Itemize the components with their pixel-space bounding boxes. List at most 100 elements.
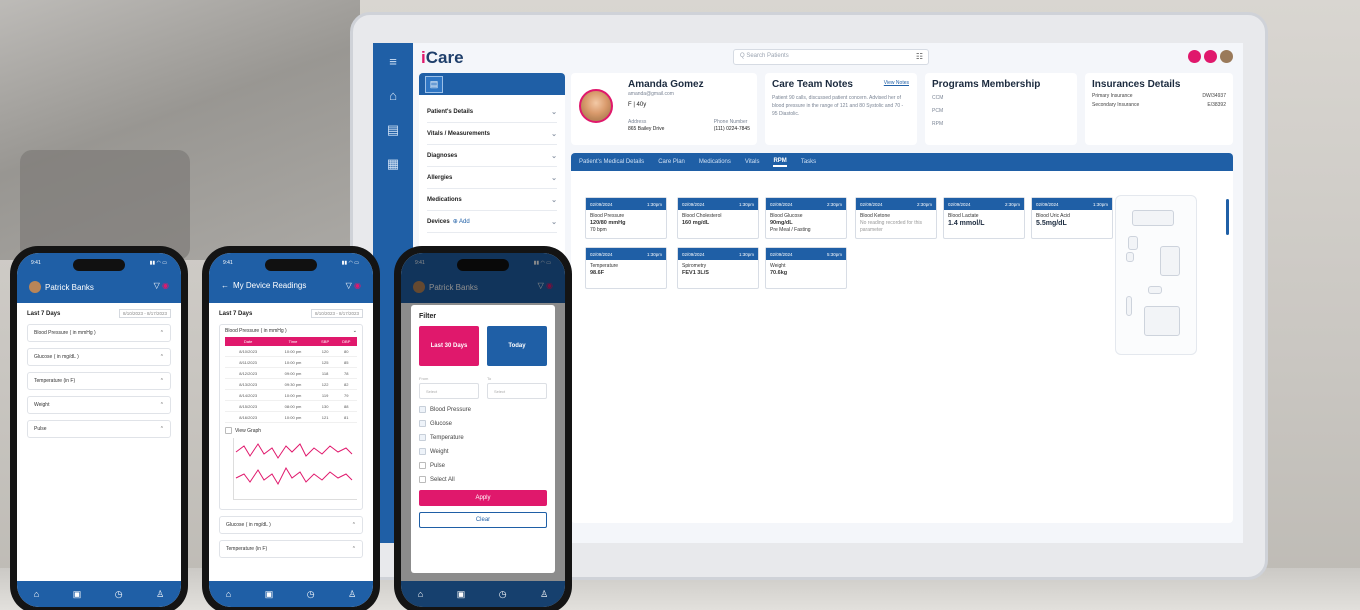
accordion-glucose[interactable]: Glucose ( in mg/dL ) ⌃ bbox=[219, 516, 363, 534]
reading-card[interactable]: 02/09/2024 1:30pm Blood Uric Acid 5.5mg/dL bbox=[1031, 197, 1113, 239]
message-icon[interactable] bbox=[1204, 50, 1217, 63]
option-blood-pressure[interactable]: Blood Pressure bbox=[419, 406, 547, 413]
tab-medical-details[interactable]: Patient's Medical Details bbox=[579, 159, 644, 165]
insurance-row: Secondary Insurance E/38392 bbox=[1092, 102, 1226, 108]
chevron-down-icon: ⌄ bbox=[551, 174, 557, 182]
content-scrollbar[interactable] bbox=[1226, 199, 1229, 235]
today-button[interactable]: Today bbox=[487, 326, 547, 366]
chevron-up-icon: ⌃ bbox=[159, 402, 164, 408]
insurance-row: Primary Insurance DW/34937 bbox=[1092, 93, 1226, 99]
bell-icon[interactable]: ◉ bbox=[162, 281, 169, 290]
date-range[interactable]: 8/10/2023 - 8/17/2023 bbox=[310, 309, 363, 318]
accordion-pulse[interactable]: Pulse ⌃ bbox=[27, 420, 171, 438]
lp-item-allergies[interactable]: Allergies ⌄ bbox=[427, 167, 557, 189]
lp-item-vitals[interactable]: Vitals / Measurements ⌄ bbox=[427, 123, 557, 145]
accordion-blood-pressure[interactable]: Blood Pressure ( in mmHg ) ⌃ bbox=[27, 324, 171, 342]
program-item: PCM bbox=[932, 108, 944, 114]
tab-care-plan[interactable]: Care Plan bbox=[658, 159, 685, 165]
last-30-days-button[interactable]: Last 30 Days bbox=[419, 326, 479, 366]
apply-button[interactable]: Apply bbox=[419, 490, 547, 506]
patient-phone: (111) 0224-7845 bbox=[713, 126, 750, 132]
add-device-link[interactable]: ⊕ Add bbox=[453, 219, 470, 225]
filter-icon[interactable]: ▽ bbox=[346, 281, 352, 290]
care-team-notes-card: Care Team Notes View Notes Patient 90 ca… bbox=[765, 73, 917, 145]
clear-button[interactable]: Clear bbox=[419, 512, 547, 528]
filter-icon[interactable]: ▽ bbox=[154, 281, 160, 290]
care-team-text: Patient 90 calls, discussed patient conc… bbox=[772, 95, 904, 117]
accordion-glucose[interactable]: Glucose ( in mg/dL ) ⌃ bbox=[27, 348, 171, 366]
option-pulse[interactable]: Pulse bbox=[419, 462, 547, 469]
chevron-down-icon: ⌄ bbox=[551, 196, 557, 204]
phone-3-screen: 9:41 ▮▮ ◠ ▭ Patrick Banks ▽ ◉ Filter Las… bbox=[401, 253, 565, 607]
rpm-content: 02/09/2024 1:30pm Blood Pressure 120/80 mm… bbox=[571, 171, 1233, 523]
history-icon[interactable]: ◷ bbox=[307, 589, 315, 600]
view-graph-toggle[interactable]: View Graph bbox=[225, 427, 357, 434]
reading-card[interactable]: 02/09/2024 1:30pm Spirometry FEV1 3L/S bbox=[677, 247, 759, 289]
chevron-up-icon: ⌃ bbox=[351, 546, 356, 552]
calendar-icon[interactable]: ▦ bbox=[384, 155, 402, 173]
chevron-up-icon: ⌃ bbox=[351, 522, 356, 528]
menu-icon[interactable]: ≡ bbox=[384, 53, 402, 71]
history-icon[interactable]: ◷ bbox=[115, 589, 123, 600]
option-select-all[interactable]: Select All bbox=[419, 476, 547, 483]
reading-card[interactable]: 02/09/2024 1:30pm Blood Pressure 120/80 mm… bbox=[585, 197, 667, 239]
bell-icon[interactable]: ◉ bbox=[354, 281, 361, 290]
patient-email: amanda@gmail.com bbox=[628, 91, 674, 97]
date-range[interactable]: 8/10/2023 - 8/17/2023 bbox=[118, 309, 171, 318]
reading-card[interactable]: 02/09/2024 2:30pm Blood Lactate 1.4 mmol/L bbox=[943, 197, 1025, 239]
accordion-temperature[interactable]: Temperature (in F) ⌃ bbox=[27, 372, 171, 390]
notification-icon[interactable] bbox=[1188, 50, 1201, 63]
home-icon[interactable]: ⌂ bbox=[34, 589, 39, 599]
lp-item-patient-details[interactable]: Patient's Details ⌄ bbox=[427, 101, 557, 123]
lp-item-devices[interactable]: Devices ⊕ Add ⌄ bbox=[427, 211, 557, 233]
table-row: 8/12/2023 09:00 pm 118 78 bbox=[225, 367, 357, 379]
messages-icon[interactable]: ▣ bbox=[265, 589, 274, 600]
home-icon[interactable]: ⌂ bbox=[418, 589, 423, 599]
document-icon[interactable]: ▤ bbox=[384, 121, 402, 139]
chevron-down-icon: ⌄ bbox=[352, 328, 357, 334]
chevron-up-icon: ⌃ bbox=[159, 378, 164, 384]
page-title: Patrick Banks bbox=[45, 282, 94, 292]
reading-card[interactable]: 02/09/2024 1:30pm Blood Cholesterol 160 mg… bbox=[677, 197, 759, 239]
messages-icon[interactable]: ▣ bbox=[73, 589, 82, 600]
filter-icon[interactable]: ☷ bbox=[916, 52, 923, 61]
reading-card[interactable]: 02/09/2024 5:30pm Weight 70.6kg bbox=[765, 247, 847, 289]
top-bar: iCare Q Search Patients ☷ bbox=[413, 43, 1243, 73]
option-temperature[interactable]: Temperature bbox=[419, 434, 547, 441]
back-arrow-icon[interactable]: ← bbox=[221, 281, 229, 290]
accordion-weight[interactable]: Weight ⌃ bbox=[27, 396, 171, 414]
profile-icon[interactable]: ♙ bbox=[156, 589, 164, 600]
history-icon[interactable]: ◷ bbox=[499, 589, 507, 600]
program-item: RPM bbox=[932, 121, 944, 127]
lp-item-medications[interactable]: Medications ⌄ bbox=[427, 189, 557, 211]
tab-medications[interactable]: Medications bbox=[699, 159, 731, 165]
patient-card: Amanda Gomez amanda@gmail.com F | 40y Ad… bbox=[571, 73, 757, 145]
period-label: Last 7 Days bbox=[27, 310, 61, 317]
reading-card[interactable]: 02/09/2024 2:30pm Blood Ketone No reading … bbox=[855, 197, 937, 239]
reading-card[interactable]: 02/09/2024 2:30pm Blood Glucose 90mg/dL Pre… bbox=[765, 197, 847, 239]
profile-icon[interactable]: ♙ bbox=[348, 589, 356, 600]
option-weight[interactable]: Weight bbox=[419, 448, 547, 455]
home-icon[interactable]: ⌂ bbox=[384, 87, 402, 105]
filter-title: Filter bbox=[419, 313, 437, 320]
home-icon[interactable]: ⌂ bbox=[226, 589, 231, 599]
tab-rpm[interactable]: RPM bbox=[773, 158, 787, 167]
tab-tasks[interactable]: Tasks bbox=[801, 159, 816, 165]
background-device bbox=[20, 150, 190, 260]
programs-card: Programs Membership CCM PCM RPM bbox=[925, 73, 1077, 145]
reading-card[interactable]: 02/09/2024 1:30pm Temperature 98.6F bbox=[585, 247, 667, 289]
to-date-field[interactable]: Select bbox=[487, 383, 547, 399]
calendar-icon[interactable]: ▤ bbox=[425, 76, 443, 93]
profile-icon[interactable]: ♙ bbox=[540, 589, 548, 600]
status-icons: ▮▮ ◠ ▭ bbox=[341, 260, 359, 266]
from-date-field[interactable]: Select bbox=[419, 383, 479, 399]
search-input[interactable]: Q Search Patients ☷ bbox=[733, 49, 929, 65]
chevron-down-icon: ⌄ bbox=[551, 218, 557, 226]
tab-vitals[interactable]: Vitals bbox=[745, 159, 760, 165]
messages-icon[interactable]: ▣ bbox=[457, 589, 466, 600]
view-notes-link[interactable]: View Notes bbox=[884, 80, 909, 86]
user-avatar[interactable] bbox=[1220, 50, 1233, 63]
lp-item-diagnoses[interactable]: Diagnoses ⌄ bbox=[427, 145, 557, 167]
option-glucose[interactable]: Glucose bbox=[419, 420, 547, 427]
accordion-temperature[interactable]: Temperature (in F) ⌃ bbox=[219, 540, 363, 558]
